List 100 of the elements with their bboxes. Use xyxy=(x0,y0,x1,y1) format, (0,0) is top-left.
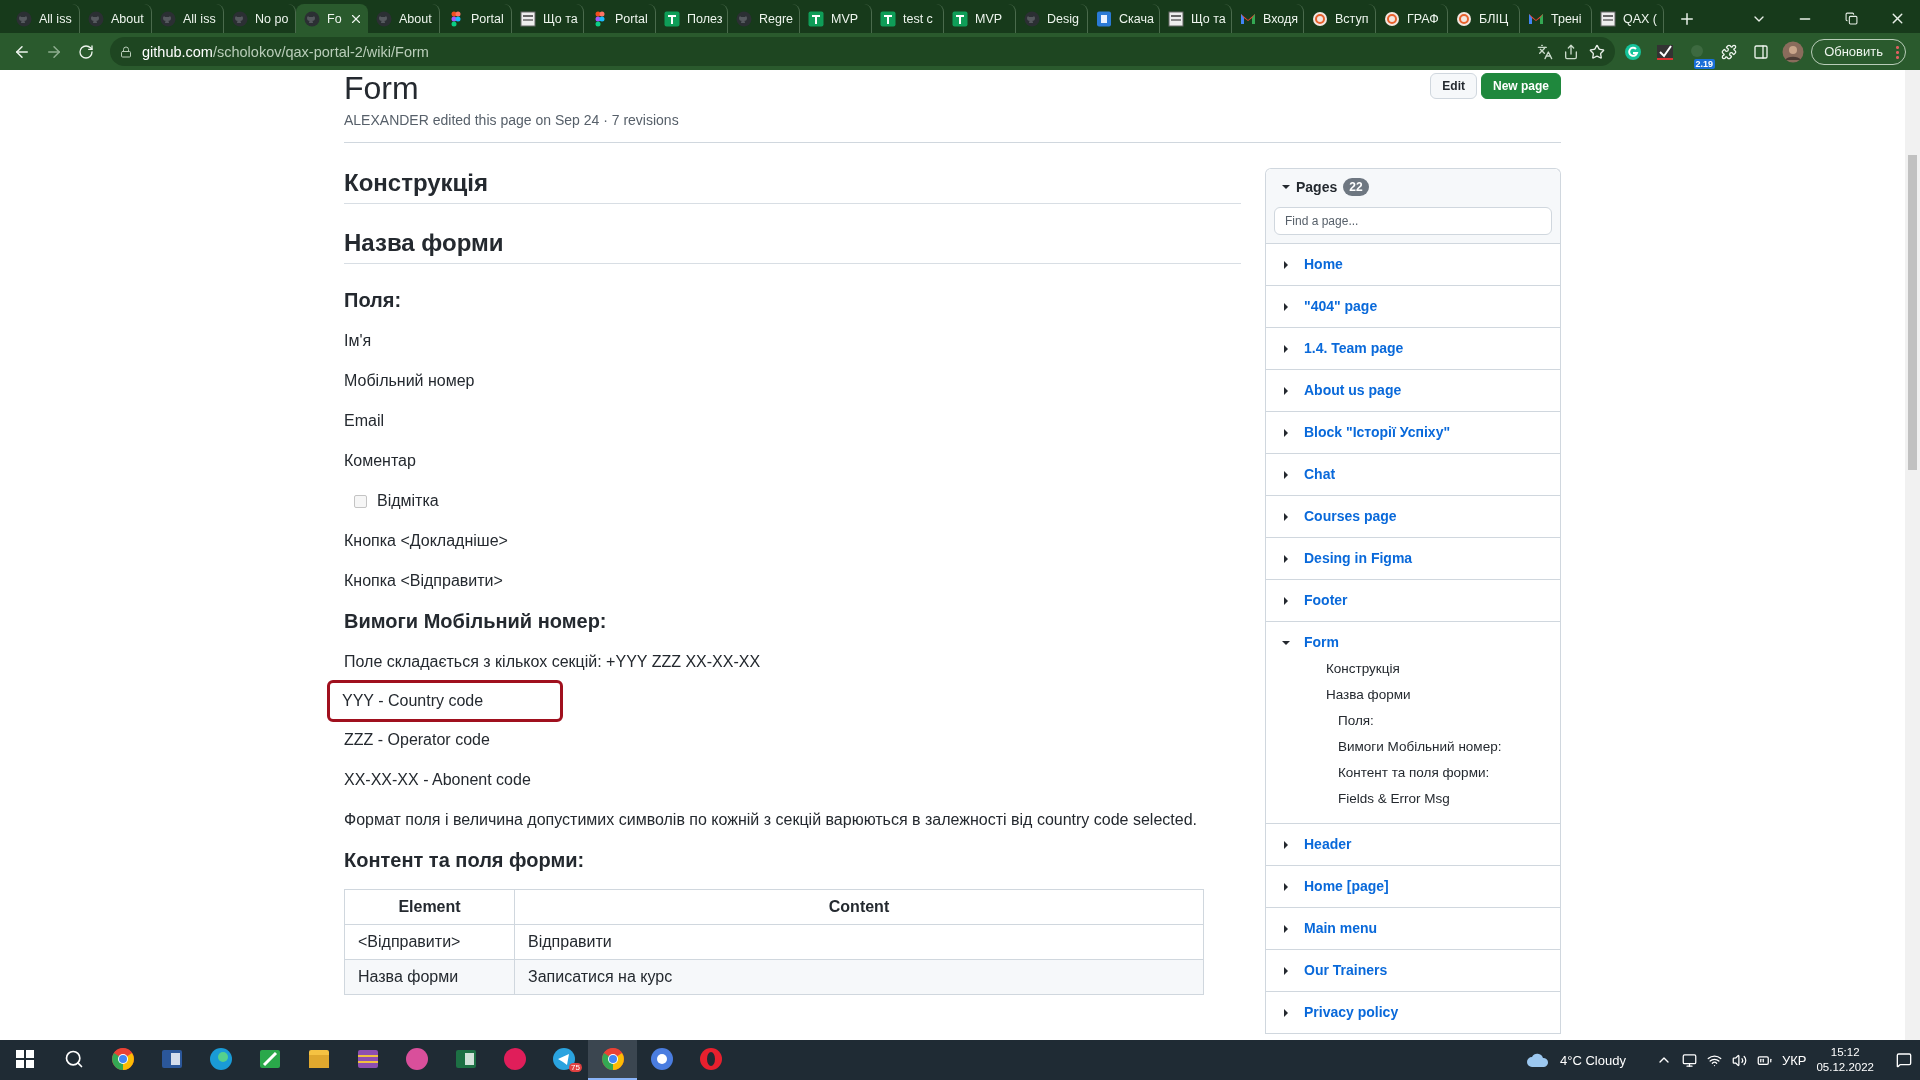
caret-icon[interactable] xyxy=(1282,185,1290,189)
browser-icon[interactable] xyxy=(649,1047,674,1071)
paragraph: Поле складається з кількох секцій: +YYY ZZZ XX-XX-XX xyxy=(344,652,762,672)
spreadsheet-icon xyxy=(880,10,896,27)
caret-icon[interactable] xyxy=(1284,386,1288,395)
page-link[interactable]: Form xyxy=(1304,634,1339,651)
speaker-icon[interactable] xyxy=(1731,1052,1747,1068)
reload-icon[interactable] xyxy=(78,43,94,60)
page-search-field[interactable]: Find a page... xyxy=(1274,207,1552,235)
side-panel-icon[interactable] xyxy=(1753,43,1770,60)
github-icon xyxy=(160,10,176,27)
pages-title: Pages xyxy=(1296,179,1338,195)
search-icon[interactable] xyxy=(63,1049,84,1069)
github-icon xyxy=(88,10,104,27)
display-icon[interactable] xyxy=(1681,1052,1697,1068)
bookmark-star-icon[interactable] xyxy=(1589,43,1606,60)
page-outline-link[interactable]: Fields & Error Msg xyxy=(1338,790,1544,807)
clock-date[interactable]: 05.12.2022 xyxy=(1816,1060,1874,1075)
translate-icon[interactable] xyxy=(1537,43,1554,60)
caret-icon[interactable] xyxy=(1284,470,1288,479)
page-link[interactable]: Block "Історії Успіху" xyxy=(1304,424,1451,441)
table-cell: Записатися на курс xyxy=(514,959,1204,995)
caret-icon[interactable] xyxy=(1284,554,1288,563)
quiz-icon xyxy=(1456,10,1472,27)
paragraph: Email xyxy=(344,411,385,431)
checkbox[interactable] xyxy=(354,494,367,508)
document-icon xyxy=(520,10,536,27)
table-cell: Назва форми xyxy=(344,959,515,995)
pen-app-icon[interactable] xyxy=(257,1047,282,1071)
section-heading: Назва форми xyxy=(344,228,1241,264)
square-icon xyxy=(1096,10,1112,27)
github-icon xyxy=(304,10,320,27)
page-link[interactable]: 1.4. Team page xyxy=(1304,340,1404,357)
excel-icon[interactable] xyxy=(453,1047,478,1071)
paragraph: Кнопка <Докладніше> xyxy=(344,531,509,551)
weather-text[interactable]: 4°C Cloudy xyxy=(1560,1052,1626,1068)
edge-icon[interactable] xyxy=(208,1047,233,1071)
page-link[interactable]: Main menu xyxy=(1304,920,1378,937)
page-link[interactable]: Privacy policy xyxy=(1304,1004,1399,1021)
page-link[interactable]: Header xyxy=(1304,836,1352,853)
checkmark-extension-icon[interactable] xyxy=(1656,42,1675,61)
page-link[interactable]: Home xyxy=(1304,256,1343,273)
clock-time[interactable]: 15:12 xyxy=(1830,1045,1860,1060)
spreadsheet-icon xyxy=(952,10,968,27)
paragraph: Ім'я xyxy=(344,331,373,351)
archive-icon[interactable] xyxy=(355,1047,380,1071)
caret-icon[interactable] xyxy=(1284,428,1288,437)
caret-icon[interactable] xyxy=(1284,596,1288,605)
page-outline-link[interactable]: Конструкція xyxy=(1326,660,1544,677)
avatar-icon[interactable] xyxy=(1782,40,1805,63)
page-link[interactable]: Footer xyxy=(1304,592,1348,609)
scrollbar[interactable] xyxy=(1905,70,1920,1040)
browser-tab[interactable]: Fo xyxy=(296,4,368,33)
wifi-icon[interactable] xyxy=(1706,1052,1722,1068)
address-bar[interactable]: github.com/scholokov/qax-portal-2/wiki/Form xyxy=(110,37,1616,66)
caret-icon[interactable] xyxy=(1284,344,1288,353)
spreadsheet-icon xyxy=(808,10,824,27)
page-link[interactable]: Our Trainers xyxy=(1304,962,1388,979)
page-outline-link[interactable]: Поля: xyxy=(1338,712,1544,729)
page-link[interactable]: Home [page] xyxy=(1304,878,1389,895)
paragraph: Мобільний номер xyxy=(344,371,476,391)
word-icon[interactable] xyxy=(159,1047,184,1071)
page-link[interactable]: About us page xyxy=(1304,382,1402,399)
table-cell: <Відправити> xyxy=(344,924,515,960)
github-icon xyxy=(736,10,752,27)
caret-icon[interactable] xyxy=(1284,302,1288,311)
page-link[interactable]: Desing in Figma xyxy=(1304,550,1413,567)
caret-icon[interactable] xyxy=(1282,640,1290,645)
restore-icon[interactable] xyxy=(1844,12,1858,25)
page-link[interactable]: Courses page xyxy=(1304,508,1397,525)
new-page-button[interactable]: New page xyxy=(1481,73,1561,99)
caret-icon[interactable] xyxy=(1284,840,1288,849)
share-icon[interactable] xyxy=(1563,43,1580,60)
page-link[interactable]: Chat xyxy=(1304,466,1336,483)
grammar-extension-icon[interactable] xyxy=(1624,42,1643,61)
folder-icon[interactable] xyxy=(306,1047,331,1071)
opera-icon[interactable] xyxy=(698,1047,723,1071)
language-indicator[interactable]: УКР xyxy=(1781,1052,1807,1068)
caret-icon[interactable] xyxy=(1284,260,1288,269)
caret-icon[interactable] xyxy=(1284,882,1288,891)
caret-icon[interactable] xyxy=(1284,512,1288,521)
caret-icon[interactable] xyxy=(1284,966,1288,975)
scrollbar-thumb[interactable] xyxy=(1908,155,1917,470)
notifications-icon[interactable] xyxy=(1896,1052,1912,1068)
windows-start-icon[interactable] xyxy=(15,1050,34,1068)
page-count: 22 xyxy=(1343,178,1369,196)
edit-button[interactable]: Edit xyxy=(1430,73,1477,99)
page-link[interactable]: "404" page xyxy=(1304,298,1378,315)
cloud-icon xyxy=(1526,1052,1550,1068)
caret-icon[interactable] xyxy=(1284,1008,1288,1017)
paragraph: Формат поля і величина допустимих символів по кожній з секцій варюються в залежності від country code selected. xyxy=(344,810,1198,830)
page-outline-link[interactable]: Контент та поля форми: xyxy=(1338,764,1544,781)
paragraph: Кнопка <Відправити> xyxy=(344,571,504,591)
caret-icon[interactable] xyxy=(1284,924,1288,933)
page-outline-link[interactable]: Назва форми xyxy=(1326,686,1544,703)
puzzle-icon[interactable] xyxy=(1721,43,1738,60)
page-outline-link[interactable]: Вимоги Мобільний номер: xyxy=(1338,738,1544,755)
chrome-icon[interactable] xyxy=(600,1047,625,1071)
chrome-icon[interactable] xyxy=(110,1047,135,1071)
subsection-heading: Вимоги Мобільний номер: xyxy=(344,609,608,634)
